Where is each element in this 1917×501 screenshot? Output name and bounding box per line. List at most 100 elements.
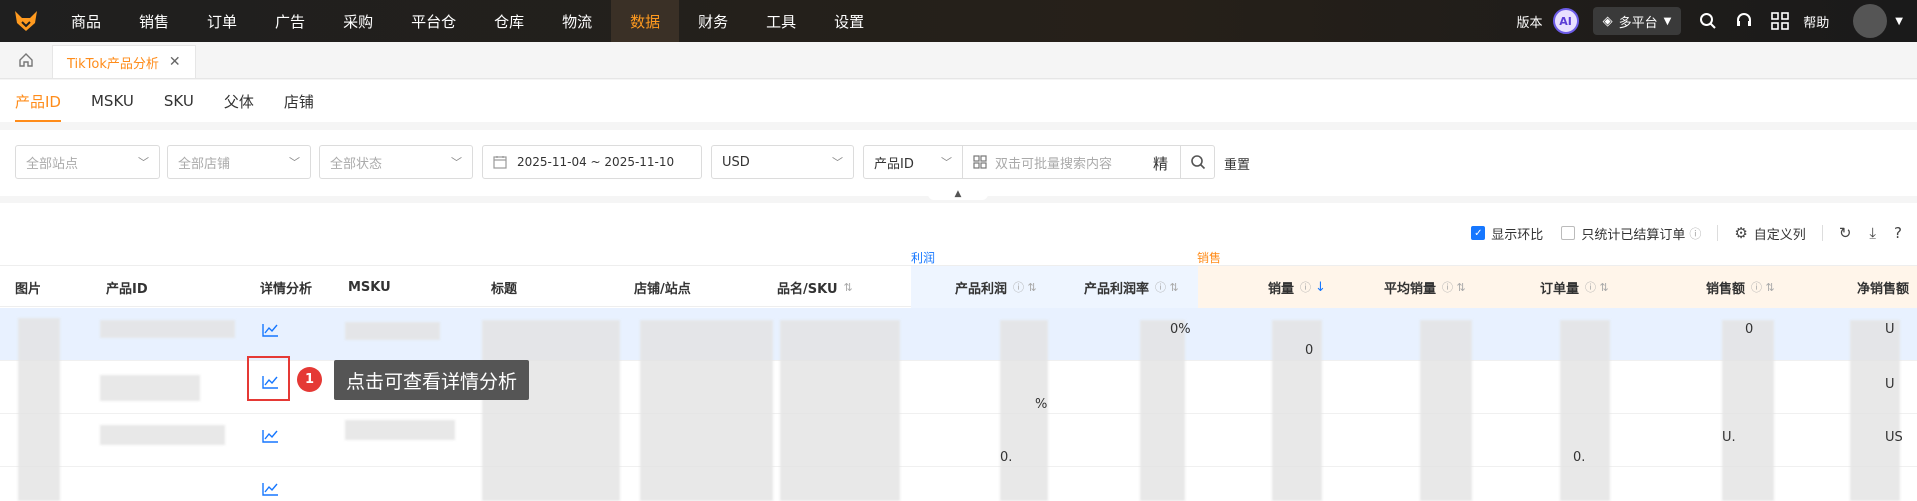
nav-item-purchase[interactable]: 采购 (324, 0, 392, 42)
ai-button[interactable]: AI (1552, 8, 1579, 34)
line-chart-icon[interactable] (262, 482, 279, 496)
currency-select[interactable]: USD ﹀ (711, 145, 854, 179)
tab-sku[interactable]: SKU (164, 80, 194, 122)
chevron-down-icon[interactable]: ▼ (1895, 16, 1903, 27)
col-sales-amount[interactable]: 销售额 ⓘ ⇅ (1706, 266, 1775, 308)
collapse-filters-toggle[interactable]: ▲ (928, 188, 988, 200)
chevron-down-icon: ﹀ (832, 156, 843, 169)
nav-item-settings[interactable]: 设置 (815, 0, 883, 42)
help-link[interactable]: 帮助 (1803, 12, 1829, 31)
line-chart-icon[interactable] (262, 323, 279, 337)
col-image: 图片 (15, 281, 42, 297)
col-profit-rate-label: 产品利润率 (1084, 281, 1150, 297)
search-field-select[interactable]: 产品ID ﹀ (863, 145, 963, 179)
status-select[interactable]: 全部状态 ﹀ (319, 145, 473, 179)
store-select[interactable]: 全部店铺 ﹀ (167, 145, 311, 179)
nav-item-orders[interactable]: 订单 (188, 0, 256, 42)
platform-label: 多平台 (1618, 15, 1658, 31)
question-icon: ⓘ ⇅ (1442, 281, 1466, 294)
platform-selector[interactable]: ◈ 多平台 ▼ (1592, 7, 1682, 35)
search-input[interactable]: 双击可批量搜索内容 精 (962, 145, 1181, 179)
help-circle-icon[interactable]: ? (1894, 224, 1902, 242)
col-name-sku[interactable]: 品名/SKU ⇅ (777, 266, 853, 308)
home-icon (19, 52, 33, 67)
date-range-value: 2025-11-04 ~ 2025-11-10 (517, 155, 675, 169)
masked-profit-rate (1140, 320, 1185, 501)
site-select[interactable]: 全部站点 ﹀ (15, 145, 160, 179)
chevron-down-icon: ﹀ (138, 156, 149, 169)
table-area: ✓ 显示环比 只统计已结算订单 ⓘ ⚙ 自定义列 ↻ ⤓ ? 利润 销售 图片 … (0, 203, 1917, 501)
masked-image-cell (18, 318, 60, 501)
col-product-profit[interactable]: 产品利润 ⓘ ⇅ (955, 266, 1037, 308)
group-label-profit: 利润 (911, 251, 936, 265)
cell-profit: 0. (1000, 450, 1013, 465)
nav-item-tools[interactable]: 工具 (747, 0, 815, 42)
table-row[interactable] (0, 308, 1917, 361)
nav-right: 版本 AI ◈ 多平台 ▼ 帮助 ▼ (1517, 0, 1917, 42)
group-label-sales: 销售 (1197, 251, 1222, 265)
reset-button[interactable]: 重置 (1224, 154, 1250, 173)
batch-grid-icon (973, 155, 987, 169)
col-title: 标题 (491, 281, 518, 297)
main-menu: 商品 销售 订单 广告 采购 平台仓 仓库 物流 数据 财务 工具 设置 (52, 0, 883, 42)
tab-tiktok-product-analysis[interactable]: TikTok产品分析 ✕ (52, 45, 196, 78)
col-profit-rate[interactable]: 产品利润率 ⓘ ⇅ (1084, 266, 1179, 308)
show-compare-checkbox[interactable]: ✓ (1471, 226, 1486, 240)
annotation-tooltip: 点击可查看详情分析 (334, 360, 530, 400)
chevron-down-icon: ▼ (1663, 15, 1672, 27)
col-product-profit-label: 产品利润 (955, 281, 1008, 297)
col-sales-qty[interactable]: 销量 ⓘ ↓ (1268, 266, 1326, 308)
show-compare-label: 显示环比 (1491, 227, 1544, 243)
refresh-icon[interactable]: ↻ (1839, 224, 1852, 242)
masked-product-id (100, 375, 200, 401)
cell-profit-rate: 0% (1170, 322, 1191, 337)
line-chart-icon[interactable] (262, 429, 279, 443)
sort-desc-icon[interactable]: ↓ (1315, 280, 1326, 295)
apps-grid-icon[interactable] (1771, 12, 1790, 30)
table-row[interactable] (0, 414, 1917, 467)
nav-item-warehouse[interactable]: 仓库 (475, 0, 543, 42)
gear-icon[interactable]: ⚙ (1734, 224, 1747, 242)
search-placeholder: 双击可批量搜索内容 (995, 156, 1113, 172)
col-product-id: 产品ID (106, 281, 148, 297)
col-order-qty[interactable]: 订单量 ⓘ ⇅ (1540, 266, 1609, 308)
site-select-value: 全部站点 (26, 156, 79, 172)
layers-icon: ◈ (1602, 13, 1613, 29)
date-range-picker[interactable]: 2025-11-04 ~ 2025-11-10 (482, 145, 702, 179)
app-logo[interactable] (0, 0, 52, 42)
nav-item-products[interactable]: 商品 (52, 0, 120, 42)
sort-icon[interactable]: ⇅ (844, 281, 853, 294)
question-icon[interactable]: ⓘ (1689, 225, 1701, 242)
tab-label: TikTok产品分析 (67, 56, 159, 72)
currency-select-value: USD (722, 154, 750, 170)
headset-icon[interactable] (1735, 12, 1753, 30)
nav-item-sales[interactable]: 销售 (120, 0, 188, 42)
tab-msku[interactable]: MSKU (91, 80, 134, 122)
search-icon[interactable] (1699, 12, 1717, 30)
col-avg-sales[interactable]: 平均销量 ⓘ ⇅ (1384, 266, 1466, 308)
exact-match-toggle[interactable]: 精 (1153, 153, 1168, 174)
settled-only-checkbox[interactable] (1561, 226, 1576, 240)
tab-store[interactable]: 店铺 (284, 80, 314, 122)
table-row[interactable] (0, 467, 1917, 501)
calendar-icon (493, 156, 507, 169)
avatar[interactable] (1853, 4, 1888, 38)
divider (1821, 225, 1823, 241)
nav-item-ads[interactable]: 广告 (256, 0, 324, 42)
tab-product-id[interactable]: 产品ID (15, 80, 61, 122)
col-sales-amount-label: 销售额 (1706, 281, 1746, 297)
nav-item-finance[interactable]: 财务 (679, 0, 747, 42)
close-icon[interactable]: ✕ (169, 54, 181, 70)
cell-profit-rate: % (1035, 397, 1048, 412)
nav-item-logistics[interactable]: 物流 (543, 0, 611, 42)
nav-item-platform-warehouse[interactable]: 平台仓 (392, 0, 475, 42)
download-icon[interactable]: ⤓ (1869, 224, 1876, 242)
nav-item-data[interactable]: 数据 (611, 0, 680, 42)
tab-parent[interactable]: 父体 (224, 80, 254, 122)
custom-columns-button[interactable]: 自定义列 (1754, 224, 1806, 243)
version-link[interactable]: 版本 (1517, 12, 1543, 31)
chevron-down-icon: ﹀ (941, 156, 952, 169)
annotation-step-badge: 1 (297, 367, 322, 392)
home-tab[interactable] (0, 41, 52, 78)
search-button[interactable] (1180, 145, 1215, 179)
